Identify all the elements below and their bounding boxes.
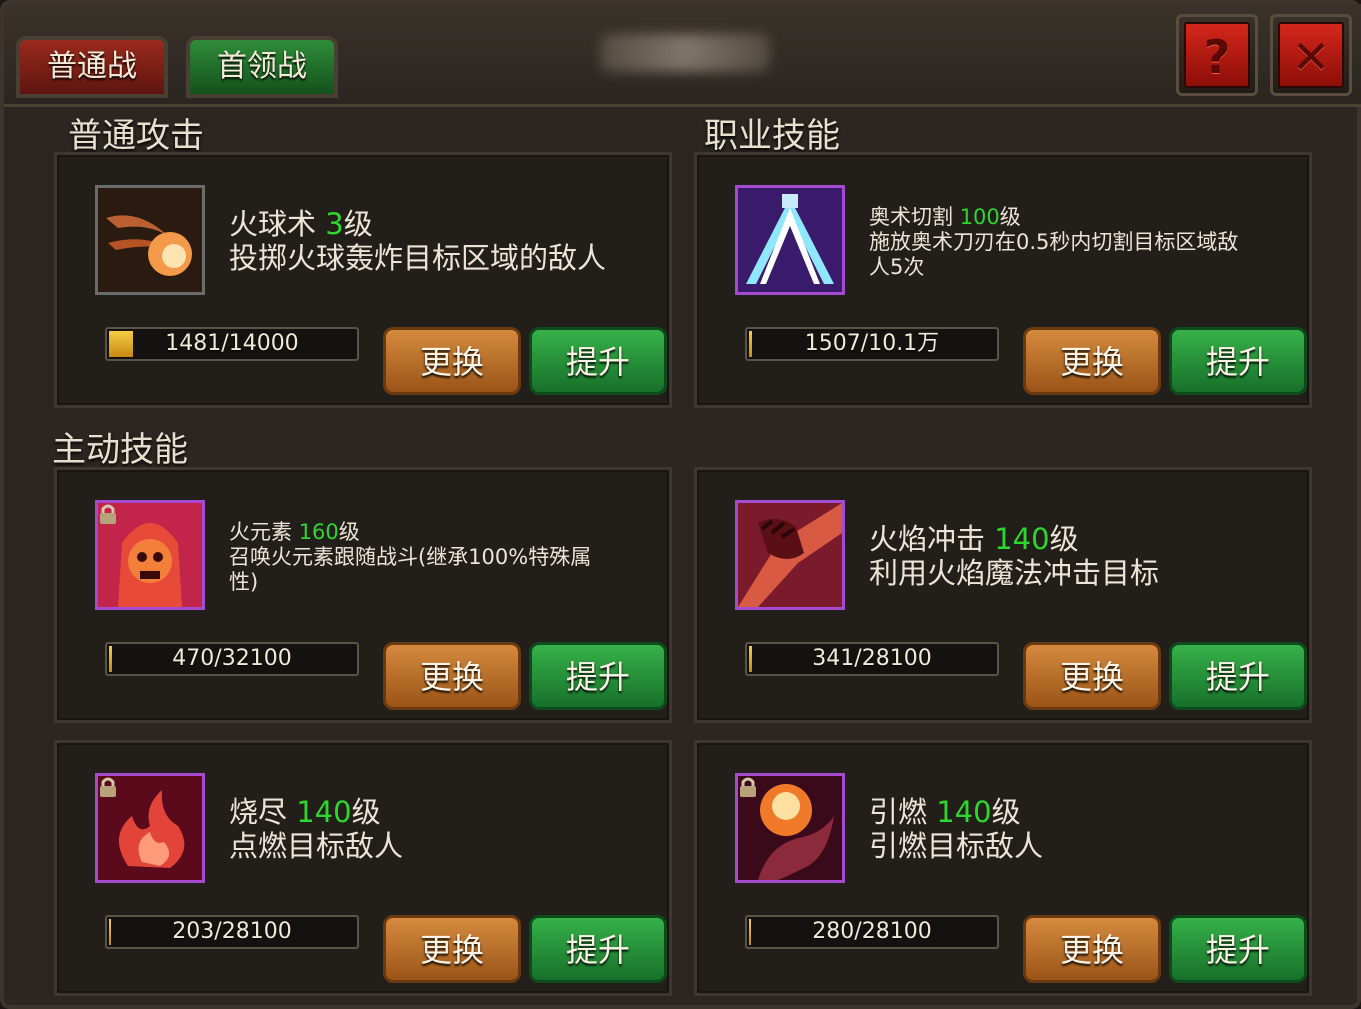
skill-description: 利用火焰魔法冲击目标 [869,556,1160,590]
skill-exp-text: 1481/14000 [165,331,299,356]
skill-level: 100 [959,205,1000,229]
skill-level-suffix: 级 [338,520,360,544]
skill-exp-bar: 1507/10.1万 [745,327,999,361]
skill-exp-text: 280/28100 [812,919,932,944]
burnout-icon[interactable] [95,773,205,883]
skill-exp-text: 341/28100 [812,646,932,671]
skill-info: 奥术切割 100级 施放奥术刀刃在0.5秒内切割目标区域敌人5次 [869,205,1299,280]
skill-window: 普通战 首领战 ? ✕ 普通攻击 职业技能 主动技能 火球术 3级 投掷火球轰炸… [0,0,1361,1009]
fireball-icon[interactable] [95,185,205,295]
close-icon: ✕ [1278,22,1344,88]
swap-button[interactable]: 更换 [1023,642,1161,710]
swap-button[interactable]: 更换 [383,642,521,710]
skill-level-suffix: 级 [999,205,1021,229]
title-bar: 普通战 首领战 ? ✕ [4,4,1361,107]
swap-button[interactable]: 更换 [1023,915,1161,983]
swap-button[interactable]: 更换 [383,327,521,395]
skill-card-arcane-slash: 奥术切割 100级 施放奥术刀刃在0.5秒内切割目标区域敌人5次 1507/10… [694,152,1312,408]
skill-info: 火元素 160级 召唤火元素跟随战斗(继承100%特殊属性) [229,520,659,595]
skill-card-fireball: 火球术 3级 投掷火球轰炸目标区域的敌人 1481/14000 更换 提升 [54,152,672,408]
skill-level: 140 [296,795,352,829]
upgrade-button[interactable]: 提升 [529,327,667,395]
skill-name: 火球术 [229,207,317,241]
skill-exp-text: 470/32100 [172,646,292,671]
skill-exp-bar: 341/28100 [745,642,999,676]
skill-card-burnout: 烧尽 140级 点燃目标敌人 203/28100 更换 提升 [54,740,672,996]
skill-level: 140 [994,522,1050,556]
skill-name: 火焰冲击 [869,522,986,556]
lock-icon [740,777,756,797]
section-title-active-skill: 主动技能 [52,430,188,470]
skill-exp-text: 1507/10.1万 [804,331,940,356]
skill-exp-bar: 203/28100 [105,915,359,949]
skill-info: 火球术 3级 投掷火球轰炸目标区域的敌人 [229,207,659,275]
skill-info: 火焰冲击 140级 利用火焰魔法冲击目标 [869,522,1299,590]
skill-description: 引燃目标敌人 [869,829,1044,863]
skill-description: 点燃目标敌人 [229,829,404,863]
arcane-slash-icon[interactable] [735,185,845,295]
upgrade-button[interactable]: 提升 [1169,327,1307,395]
upgrade-button[interactable]: 提升 [1169,915,1307,983]
upgrade-button[interactable]: 提升 [529,642,667,710]
skill-exp-bar: 1481/14000 [105,327,359,361]
skill-level: 160 [298,520,339,544]
skill-card-ignite: 引燃 140级 引燃目标敌人 280/28100 更换 提升 [694,740,1312,996]
upgrade-button[interactable]: 提升 [1169,642,1307,710]
tab-normal-battle[interactable]: 普通战 [16,36,168,98]
window-title-blurred [600,34,770,72]
skill-level: 140 [936,795,992,829]
swap-button[interactable]: 更换 [1023,327,1161,395]
help-button[interactable]: ? [1176,14,1258,96]
skill-description: 召唤火元素跟随战斗(继承100%特殊属性) [229,545,592,594]
skill-name: 烧尽 [229,795,288,829]
close-button[interactable]: ✕ [1270,14,1352,96]
skill-level: 3 [325,207,344,241]
skill-info: 引燃 140级 引燃目标敌人 [869,795,1299,863]
skill-level-suffix: 级 [1049,522,1079,556]
lock-icon [100,504,116,524]
swap-button[interactable]: 更换 [383,915,521,983]
skill-name: 引燃 [869,795,928,829]
skill-description: 施放奥术刀刃在0.5秒内切割目标区域敌人5次 [869,230,1239,279]
skill-exp-bar: 470/32100 [105,642,359,676]
skill-card-flame-strike: 火焰冲击 140级 利用火焰魔法冲击目标 341/28100 更换 提升 [694,467,1312,723]
upgrade-button[interactable]: 提升 [529,915,667,983]
section-title-normal-attack: 普通攻击 [68,116,204,156]
skill-info: 烧尽 140级 点燃目标敌人 [229,795,659,863]
skill-name: 奥术切割 [869,205,953,229]
ignite-icon[interactable] [735,773,845,883]
fire-elemental-icon[interactable] [95,500,205,610]
skill-exp-text: 203/28100 [172,919,292,944]
section-title-class-skill: 职业技能 [704,116,840,156]
skill-name: 火元素 [229,520,292,544]
skill-level-suffix: 级 [343,207,373,241]
question-mark-icon: ? [1184,22,1250,88]
skill-level-suffix: 级 [991,795,1021,829]
tab-boss-battle[interactable]: 首领战 [186,36,338,98]
lock-icon [100,777,116,797]
skill-description: 投掷火球轰炸目标区域的敌人 [229,241,607,275]
skill-exp-bar: 280/28100 [745,915,999,949]
flame-strike-icon[interactable] [735,500,845,610]
skill-level-suffix: 级 [351,795,381,829]
skill-card-fire-elemental: 火元素 160级 召唤火元素跟随战斗(继承100%特殊属性) 470/32100… [54,467,672,723]
